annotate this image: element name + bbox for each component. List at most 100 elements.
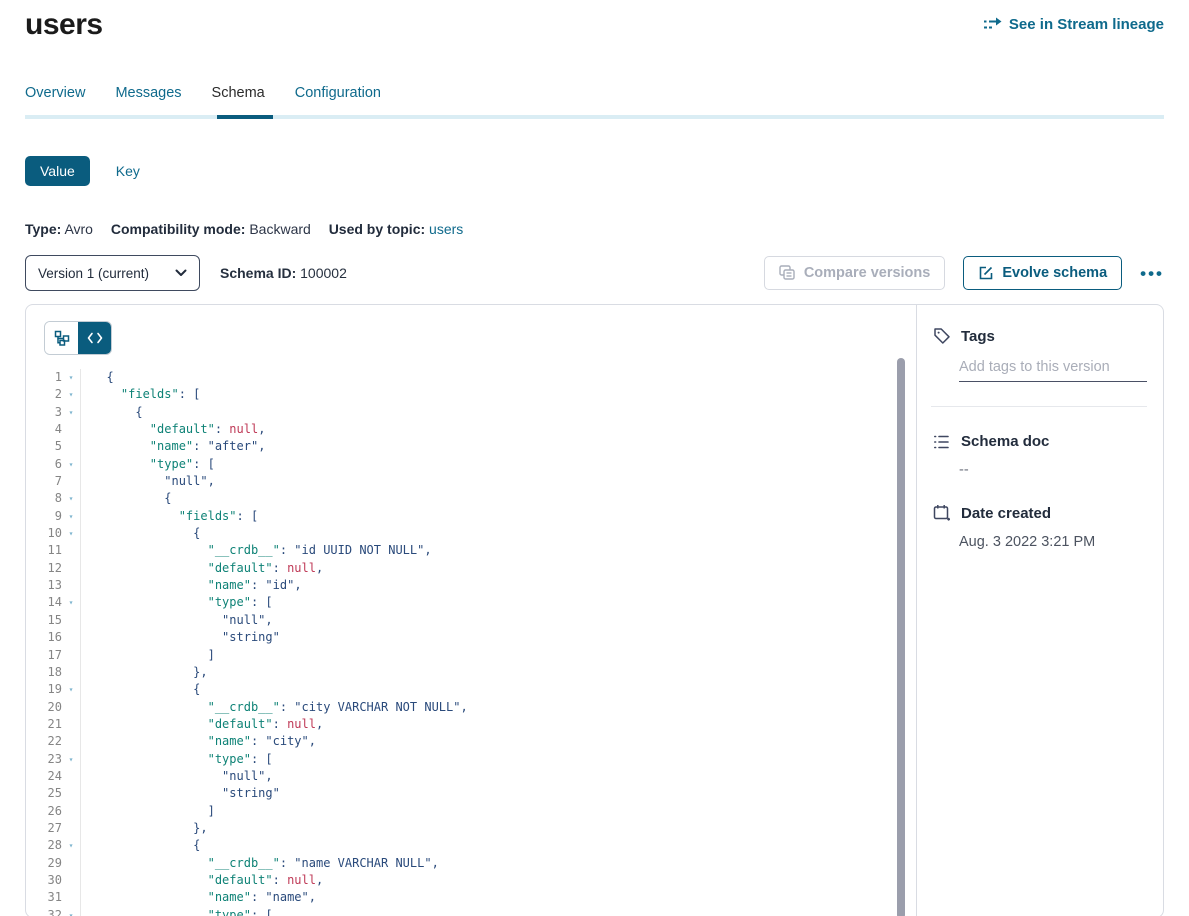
- line-number: 23: [26, 751, 62, 768]
- line-number: 12: [26, 560, 62, 577]
- code-text: "default": null,: [81, 560, 323, 577]
- date-created-heading: Date created: [961, 505, 1051, 522]
- stream-lineage-label: See in Stream lineage: [1009, 16, 1164, 33]
- scrollbar-thumb[interactable]: [897, 358, 905, 916]
- fold-toggle-icon[interactable]: ▾: [62, 508, 80, 525]
- code-text: },: [81, 820, 208, 837]
- fold-toggle-icon[interactable]: ▾: [62, 751, 80, 768]
- schema-meta-row: Type: Avro Compatibility mode: Backward …: [25, 221, 1164, 237]
- code-line: 17 ]: [26, 647, 916, 664]
- key-toggle-button[interactable]: Key: [116, 163, 140, 179]
- tab-configuration[interactable]: Configuration: [295, 85, 381, 115]
- code-line: 6▾ "type": [: [26, 456, 916, 473]
- topic-label: Used by topic:: [329, 221, 425, 237]
- code-line: 16 "string": [26, 629, 916, 646]
- schema-id-label: Schema ID:: [220, 265, 296, 281]
- code-line: 25 "string": [26, 785, 916, 802]
- topic-link[interactable]: users: [429, 221, 463, 237]
- fold-spacer: [62, 647, 80, 664]
- tree-view-icon: [54, 330, 70, 346]
- fold-toggle-icon[interactable]: ▾: [62, 386, 80, 403]
- fold-toggle-icon[interactable]: ▾: [62, 525, 80, 542]
- line-number: 13: [26, 577, 62, 594]
- line-number: 2: [26, 386, 62, 403]
- line-number: 16: [26, 629, 62, 646]
- code-view-icon: [87, 332, 103, 344]
- line-number: 25: [26, 785, 62, 802]
- code-line: 22 "name": "city",: [26, 733, 916, 750]
- stream-lineage-link[interactable]: See in Stream lineage: [983, 16, 1164, 33]
- fold-toggle-icon[interactable]: ▾: [62, 490, 80, 507]
- code-view-button[interactable]: [78, 322, 111, 354]
- code-text: "name": "name",: [81, 889, 316, 906]
- fold-spacer: [62, 560, 80, 577]
- fold-spacer: [62, 473, 80, 490]
- code-text: "name": "id",: [81, 577, 302, 594]
- line-number: 1: [26, 369, 62, 386]
- version-select[interactable]: Version 1 (current): [25, 255, 200, 291]
- edit-icon: [978, 265, 994, 281]
- schema-doc-section: Schema doc --: [933, 433, 1147, 478]
- code-line: 5 "name": "after",: [26, 438, 916, 455]
- version-toolbar: Version 1 (current) Schema ID: 100002: [25, 255, 1164, 291]
- code-text: "null",: [81, 768, 273, 785]
- calendar-plus-icon: [933, 504, 951, 522]
- compat-label: Compatibility mode:: [111, 221, 246, 237]
- tab-schema[interactable]: Schema: [212, 85, 265, 115]
- code-text: ]: [81, 647, 215, 664]
- line-number: 21: [26, 716, 62, 733]
- tab-messages[interactable]: Messages: [115, 85, 181, 115]
- fold-toggle-icon[interactable]: ▾: [62, 456, 80, 473]
- line-number: 19: [26, 681, 62, 698]
- code-line: 4 "default": null,: [26, 421, 916, 438]
- date-created-section: Date created Aug. 3 2022 3:21 PM: [933, 504, 1147, 550]
- date-created-value: Aug. 3 2022 3:21 PM: [959, 534, 1147, 550]
- fold-spacer: [62, 820, 80, 837]
- code-text: "string": [81, 629, 280, 646]
- active-tab-indicator: [217, 115, 273, 119]
- code-line: 32▾ "type": [: [26, 907, 916, 916]
- fold-toggle-icon[interactable]: ▾: [62, 681, 80, 698]
- fold-spacer: [62, 716, 80, 733]
- evolve-schema-button[interactable]: Evolve schema: [963, 256, 1122, 290]
- compare-versions-icon: [779, 265, 796, 281]
- fold-spacer: [62, 612, 80, 629]
- more-actions-button[interactable]: •••: [1140, 265, 1164, 282]
- line-number: 32: [26, 907, 62, 916]
- tags-input[interactable]: [959, 357, 1147, 382]
- code-line: 30 "default": null,: [26, 872, 916, 889]
- code-text: ]: [81, 803, 215, 820]
- schema-panel: 1▾ {2▾ "fields": [3▾ {4 "default": null,…: [25, 304, 1164, 916]
- code-line: 20 "__crdb__": "city VARCHAR NOT NULL",: [26, 699, 916, 716]
- code-line: 9▾ "fields": [: [26, 508, 916, 525]
- tab-overview[interactable]: Overview: [25, 85, 85, 115]
- code-line: 11 "__crdb__": "id UUID NOT NULL",: [26, 542, 916, 559]
- code-line: 1▾ {: [26, 369, 916, 386]
- type-label: Type:: [25, 221, 61, 237]
- line-number: 7: [26, 473, 62, 490]
- tree-view-button[interactable]: [45, 322, 78, 354]
- sidebar-divider: [931, 406, 1147, 407]
- compare-versions-button[interactable]: Compare versions: [764, 256, 946, 290]
- fold-toggle-icon[interactable]: ▾: [62, 594, 80, 611]
- fold-toggle-icon[interactable]: ▾: [62, 404, 80, 421]
- line-number: 8: [26, 490, 62, 507]
- line-number: 4: [26, 421, 62, 438]
- schema-page: users See in Stream lineage Overview Mes…: [0, 0, 1189, 916]
- code-line: 28▾ {: [26, 837, 916, 854]
- code-text: "fields": [: [81, 386, 200, 403]
- fold-toggle-icon[interactable]: ▾: [62, 837, 80, 854]
- fold-toggle-icon[interactable]: ▾: [62, 369, 80, 386]
- stream-lineage-icon: [983, 17, 1002, 32]
- fold-spacer: [62, 699, 80, 716]
- line-number: 31: [26, 889, 62, 906]
- schema-view-toggle: [44, 321, 112, 355]
- value-toggle-button[interactable]: Value: [25, 156, 90, 186]
- code-text: {: [81, 490, 171, 507]
- code-text: {: [81, 369, 114, 386]
- line-number: 30: [26, 872, 62, 889]
- code-text: },: [81, 664, 208, 681]
- schema-id-value: 100002: [300, 265, 347, 281]
- fold-toggle-icon[interactable]: ▾: [62, 907, 80, 916]
- code-line: 15 "null",: [26, 612, 916, 629]
